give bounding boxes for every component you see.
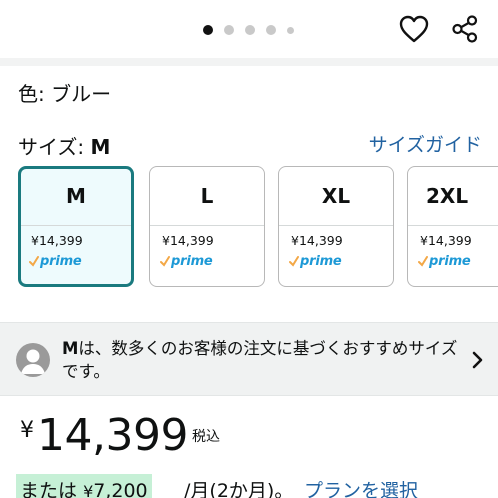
prime-label: prime — [171, 253, 213, 269]
installment-highlight: または ¥7,200 — [16, 474, 152, 498]
favorite-button[interactable] — [397, 12, 431, 46]
section-divider — [0, 58, 498, 66]
prime-badge: prime — [289, 253, 342, 269]
carousel-dot[interactable] — [224, 25, 234, 35]
installment-period: /月(2か月)。 — [184, 480, 294, 498]
prime-label: prime — [300, 253, 342, 269]
prime-check-icon — [418, 256, 428, 267]
tax-note: 税込 — [192, 429, 220, 445]
carousel-dot[interactable] — [245, 25, 255, 35]
swatch-divider — [408, 225, 498, 226]
size-option-l[interactable]: L ¥14,399 prime — [149, 166, 265, 287]
size-option-label: 2XL — [426, 184, 469, 208]
carousel-dot[interactable] — [203, 25, 213, 35]
size-option-price: ¥14,399 — [31, 233, 83, 248]
recommendation-text: Mは、数多くのお客様の注文に基づくおすすめサイズです。 — [62, 337, 462, 383]
prime-check-icon — [289, 256, 299, 267]
size-option-label: M — [66, 184, 86, 208]
prime-check-icon — [160, 256, 170, 267]
carousel-indicator — [203, 25, 294, 35]
size-option-label: XL — [321, 184, 351, 208]
color-label: 色: ブルー — [18, 82, 112, 106]
size-guide-link[interactable]: サイズガイド — [369, 130, 482, 157]
size-label: サイズ: M — [18, 131, 110, 160]
size-option-xl[interactable]: XL ¥14,399 prime — [278, 166, 394, 287]
prime-badge: prime — [29, 253, 82, 269]
prime-badge: prime — [160, 253, 213, 269]
prime-check-icon — [29, 256, 39, 267]
size-option-price: ¥14,399 — [162, 233, 214, 248]
user-avatar-icon — [16, 343, 50, 377]
share-icon — [452, 15, 478, 43]
installment-amount: 7,200 — [93, 480, 148, 498]
prime-label: prime — [429, 253, 471, 269]
size-option-2xl[interactable]: 2XL ¥14,399 prime — [407, 166, 498, 287]
size-option-label: L — [200, 184, 214, 208]
size-label-prefix: サイズ: — [18, 135, 91, 159]
heart-icon — [399, 15, 429, 43]
swatch-divider — [21, 225, 131, 226]
carousel-dot[interactable] — [266, 25, 276, 35]
share-button[interactable] — [448, 12, 482, 46]
size-option-price: ¥14,399 — [420, 233, 472, 248]
chevron-right-icon — [472, 351, 483, 369]
recommendation-message: は、数多くのお客様の注文に基づくおすすめサイズです。 — [62, 339, 458, 381]
selected-size-value: M — [90, 135, 111, 159]
top-bar — [0, 0, 498, 58]
prime-badge: prime — [418, 253, 471, 269]
currency-symbol: ¥ — [20, 418, 34, 443]
recommended-size: M — [62, 339, 79, 358]
size-option-m[interactable]: M ¥14,399 prime — [18, 166, 134, 287]
size-recommendation-banner[interactable]: Mは、数多くのお客様の注文に基づくおすすめサイズです。 — [0, 322, 498, 396]
swatch-divider — [150, 225, 264, 226]
price-amount: 14,399 — [37, 410, 188, 461]
carousel-dot[interactable] — [287, 26, 294, 34]
installment-prefix: または — [20, 480, 78, 498]
select-plan-link[interactable]: プランを選択 — [304, 476, 418, 498]
prime-label: prime — [40, 253, 82, 269]
installment-currency: ¥ — [83, 482, 94, 498]
size-option-price: ¥14,399 — [291, 233, 343, 248]
swatch-divider — [279, 225, 393, 226]
